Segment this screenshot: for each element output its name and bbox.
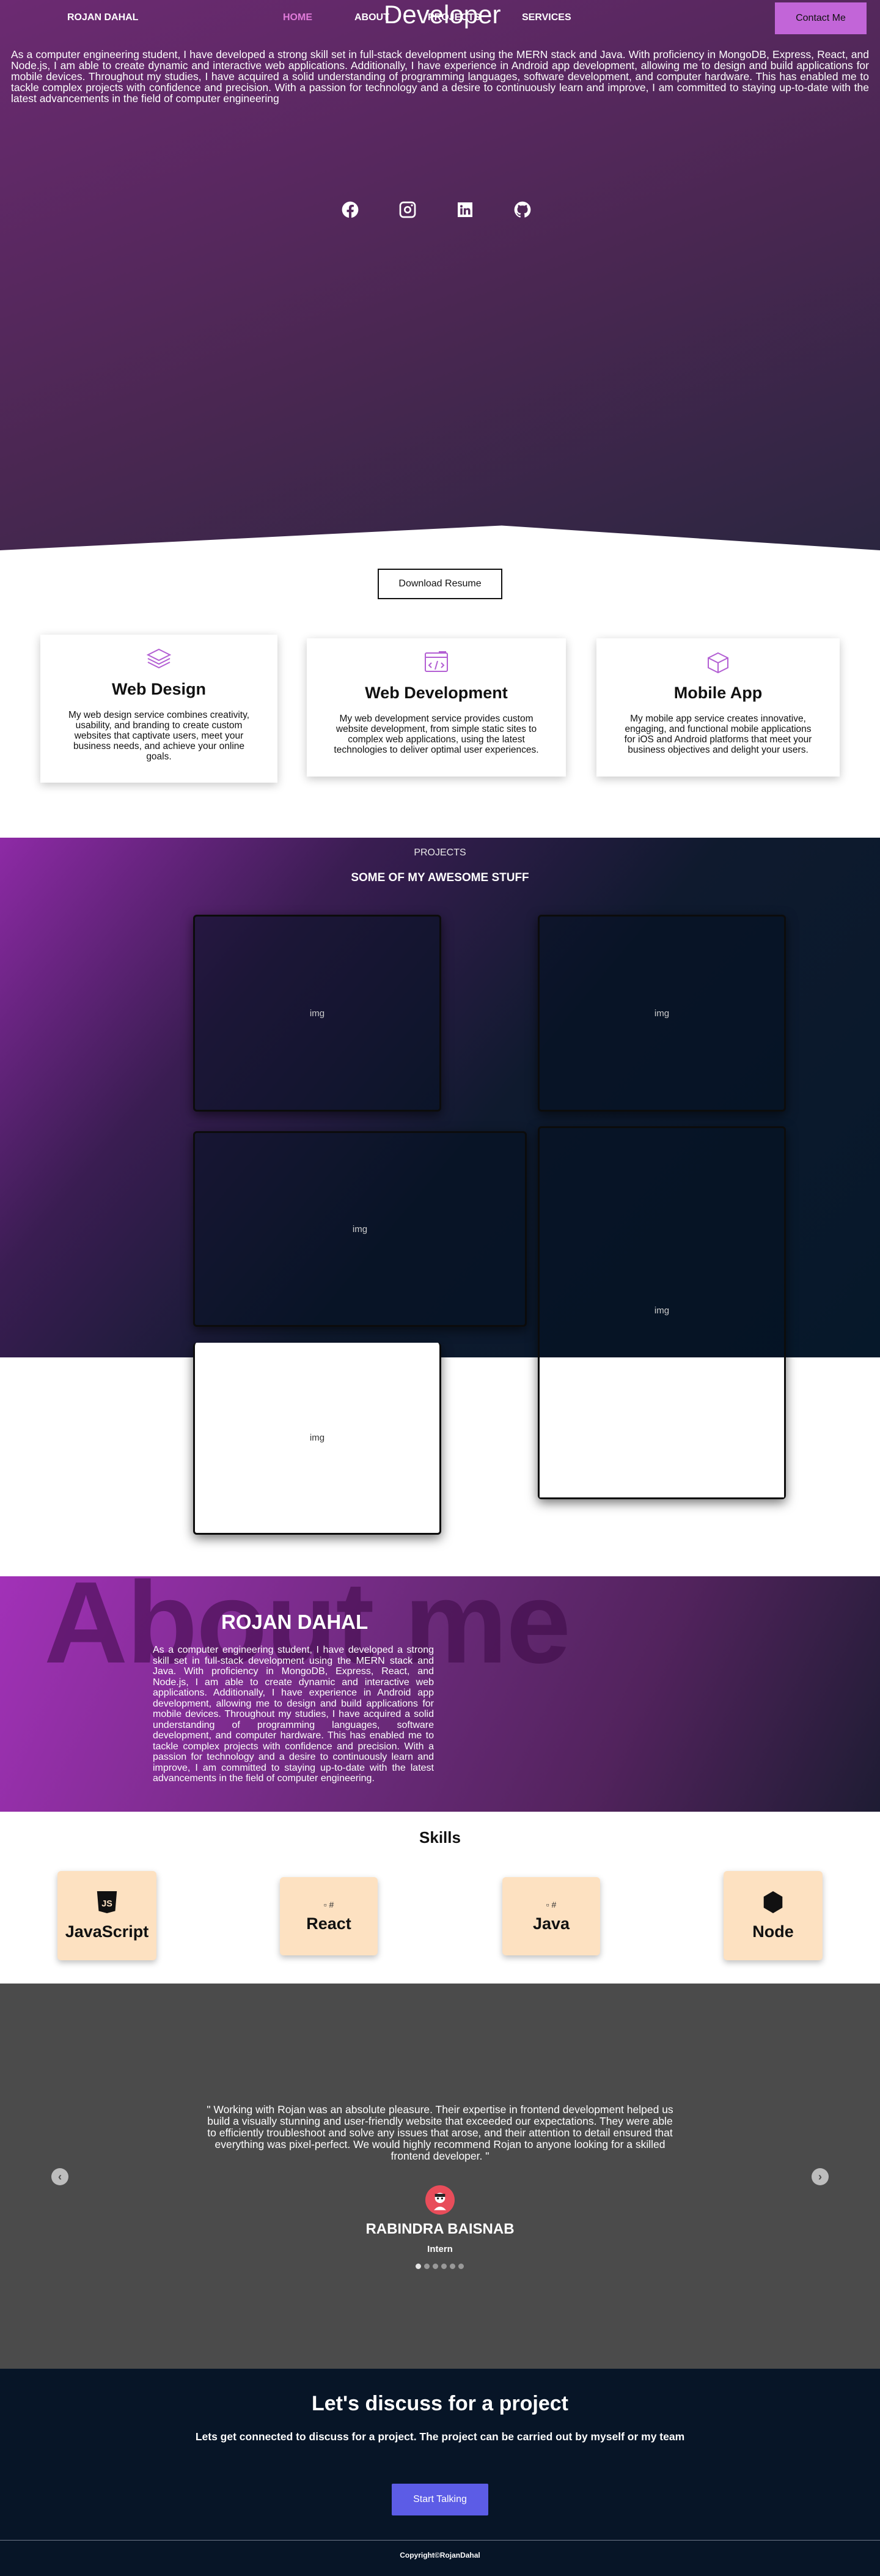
javascript-icon: JS bbox=[96, 1890, 118, 1917]
footer-divider bbox=[0, 2540, 880, 2541]
carousel-next-icon[interactable]: › bbox=[812, 2168, 829, 2185]
testimonial-section bbox=[0, 1984, 880, 2369]
github-icon[interactable] bbox=[512, 199, 534, 221]
project-card[interactable]: img bbox=[193, 915, 441, 1112]
brand-logo[interactable]: ROJAN DAHAL bbox=[67, 12, 138, 23]
service-description: My web development service provides cust… bbox=[334, 714, 539, 755]
skill-name: React bbox=[306, 1914, 351, 1933]
project-image: img bbox=[309, 1008, 325, 1019]
skill-name: Java bbox=[532, 1914, 570, 1933]
svg-text:JS: JS bbox=[101, 1899, 112, 1909]
code-browser-icon bbox=[423, 649, 450, 676]
about-name: ROJAN DAHAL bbox=[221, 1611, 369, 1633]
service-description: My web design service combines creativit… bbox=[68, 710, 250, 762]
social-links bbox=[339, 199, 534, 221]
copyright-text: Copyright©RojanDahal bbox=[400, 2551, 480, 2559]
nav-home[interactable]: HOME bbox=[283, 12, 312, 23]
project-card[interactable]: img bbox=[538, 915, 786, 1112]
service-card-web-design: Web Design My web design service combine… bbox=[40, 635, 277, 783]
service-description: My mobile app service creates innovative… bbox=[624, 714, 812, 755]
project-card-lower bbox=[540, 1357, 784, 1497]
cube-icon bbox=[705, 649, 732, 676]
skill-name: Node bbox=[752, 1922, 794, 1941]
cta-subtitle: Lets get connected to discuss for a proj… bbox=[195, 2430, 685, 2443]
carousel-dot[interactable] bbox=[424, 2264, 430, 2269]
service-title: Mobile App bbox=[673, 684, 763, 702]
skill-card-javascript: JS JavaScript bbox=[57, 1871, 156, 1960]
facebook-icon[interactable] bbox=[339, 199, 361, 221]
cta-title: Let's discuss for a project bbox=[312, 2392, 568, 2415]
skills-title: Skills bbox=[419, 1828, 461, 1847]
projects-label: PROJECTS bbox=[414, 847, 466, 858]
carousel-dot[interactable] bbox=[441, 2264, 447, 2269]
carousel-dot[interactable] bbox=[416, 2264, 421, 2269]
avatar bbox=[425, 2185, 455, 2215]
service-title: Web Design bbox=[111, 680, 207, 698]
contact-button[interactable]: Contact Me bbox=[775, 2, 867, 34]
start-talking-button[interactable]: Start Talking bbox=[392, 2484, 488, 2515]
project-card[interactable]: img bbox=[193, 1131, 527, 1327]
project-image: img bbox=[654, 1008, 670, 1019]
carousel-dot[interactable] bbox=[458, 2264, 464, 2269]
instagram-icon[interactable] bbox=[397, 199, 419, 221]
carousel-dots bbox=[416, 2264, 464, 2269]
carousel-dot[interactable] bbox=[450, 2264, 455, 2269]
testimonial-name: RABINDRA BAISNAB bbox=[365, 2221, 515, 2237]
projects-title: SOME OF MY AWESOME STUFF bbox=[351, 871, 529, 884]
download-resume-button[interactable]: Download Resume bbox=[378, 569, 502, 599]
skill-card-react: ▫ # React bbox=[280, 1877, 378, 1955]
carousel-prev-icon[interactable]: ‹ bbox=[51, 2168, 68, 2185]
skill-card-node: Node bbox=[724, 1871, 823, 1960]
layers-icon bbox=[145, 646, 172, 673]
project-image: img bbox=[654, 1305, 670, 1316]
testimonial-role: Intern bbox=[427, 2244, 453, 2254]
linkedin-icon[interactable] bbox=[454, 199, 476, 221]
testimonial-quote: " Working with Rojan was an absolute ple… bbox=[207, 2103, 673, 2162]
navbar: ROJAN DAHAL HOME ABOUT PROJECTS Develope… bbox=[0, 0, 880, 37]
project-image: img bbox=[309, 1433, 325, 1443]
hero-bio: As a computer engineering student, I hav… bbox=[11, 48, 869, 105]
carousel-dot[interactable] bbox=[433, 2264, 438, 2269]
about-bio: As a computer engineering student, I hav… bbox=[153, 1645, 434, 1784]
skill-card-java: ▫ # Java bbox=[502, 1877, 600, 1955]
broken-image-icon: ▫ # bbox=[323, 1899, 334, 1910]
project-card[interactable]: img bbox=[193, 1343, 441, 1535]
project-image: img bbox=[352, 1223, 368, 1234]
nav-services[interactable]: SERVICES bbox=[522, 12, 571, 23]
nodejs-hexagon-icon bbox=[762, 1890, 784, 1917]
hero-title: Developer bbox=[384, 0, 501, 29]
service-card-web-development: Web Development My web development servi… bbox=[307, 638, 566, 777]
broken-image-icon: ▫ # bbox=[546, 1899, 557, 1910]
skill-name: JavaScript bbox=[65, 1922, 149, 1941]
service-title: Web Development bbox=[365, 684, 508, 702]
service-card-mobile-app: Mobile App My mobile app service creates… bbox=[596, 638, 840, 777]
